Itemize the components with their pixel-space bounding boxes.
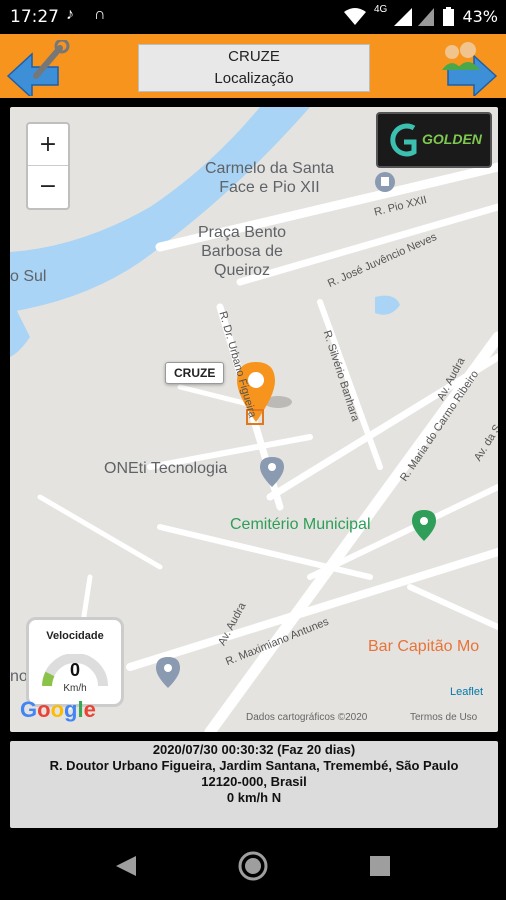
location-info-panel: 2020/07/30 00:30:32 (Faz 20 dias) R. Dou…	[10, 741, 498, 828]
signal-2-icon	[418, 8, 434, 26]
users-forward-button[interactable]	[438, 40, 498, 98]
gauge-title: Velocidade	[46, 630, 104, 642]
zoom-out-button[interactable]: −	[28, 166, 68, 208]
app-header: CRUZE Localização	[0, 34, 506, 100]
back-arrow-wrench-icon	[6, 38, 70, 100]
place-river: o Sul	[10, 268, 47, 285]
google-logo: Google	[20, 697, 96, 722]
back-nav-icon[interactable]	[116, 856, 136, 876]
map-attribution: Dados cartográficos ©2020	[246, 712, 368, 723]
status-bar: 17:27 ♪ ∩ 4G 43%	[0, 0, 506, 34]
terms-link[interactable]: Termos de Uso	[410, 712, 477, 723]
leaflet-link[interactable]: Leaflet	[450, 686, 483, 698]
place-oneti: ONEti Tecnologia	[104, 460, 228, 477]
nav-buttons	[116, 851, 390, 881]
wifi-icon	[344, 8, 366, 25]
info-postal: 12120-000, Brasil	[201, 774, 307, 789]
users-arrow-icon	[442, 42, 498, 98]
cemetery-pin-icon	[412, 510, 436, 541]
gauge-value: 0	[69, 660, 80, 680]
info-address: R. Doutor Urbano Figueira, Jardim Santan…	[49, 758, 459, 773]
signal-icon	[394, 8, 412, 26]
settings-back-button[interactable]	[6, 38, 70, 100]
system-nav-bar	[0, 832, 506, 900]
vehicle-name: CRUZE	[228, 48, 280, 65]
gauge-unit: Km/h	[63, 683, 87, 694]
info-datetime: 2020/07/30 00:30:32 (Faz 20 dias)	[152, 742, 356, 757]
recents-nav-icon[interactable]	[370, 856, 390, 876]
vehicle-tag[interactable]: CRUZE	[165, 362, 225, 384]
place-praca: Praça Bento Barbosa de Queiroz	[198, 223, 286, 280]
home-dot-icon	[245, 858, 261, 874]
carmelo-pin-icon	[375, 172, 395, 192]
info-speed: 0 km/h N	[226, 790, 282, 805]
battery-icon	[443, 7, 454, 26]
oneti-pin-icon	[260, 457, 284, 487]
golden-logo-button[interactable]: GOLDEN	[376, 112, 492, 168]
battery-percent: 43%	[462, 7, 498, 26]
place-carmelo: Carmelo da Santa Face e Pio XII	[205, 159, 334, 197]
place-cemiterio: Cemitério Municipal	[230, 516, 371, 533]
map-view[interactable]: Carmelo da Santa Face e Pio XII Praça Be…	[10, 107, 498, 732]
zoom-in-button[interactable]: +	[28, 124, 68, 166]
speed-gauge: Velocidade 0 Km/h	[26, 617, 124, 707]
page-subtitle: Localização	[214, 70, 294, 87]
status-time: 17:27	[10, 7, 59, 27]
golden-logo-text: GOLDEN	[422, 131, 482, 147]
network-type: 4G	[374, 4, 388, 15]
place-bar: Bar Capitão Mo	[368, 638, 480, 655]
place-carmelo-text: Carmelo da Santa Face e Pio XII	[205, 160, 334, 196]
tremembe-pin-icon	[156, 657, 180, 688]
zoom-control: + −	[26, 122, 70, 210]
place-praca-text: Praça Bento Barbosa de Queiroz	[198, 224, 287, 279]
golden-g-icon	[390, 123, 417, 157]
title-box: CRUZE Localização	[138, 44, 370, 92]
tiktok-icon: ♪	[66, 6, 74, 23]
headset-icon: ∩	[94, 6, 106, 23]
